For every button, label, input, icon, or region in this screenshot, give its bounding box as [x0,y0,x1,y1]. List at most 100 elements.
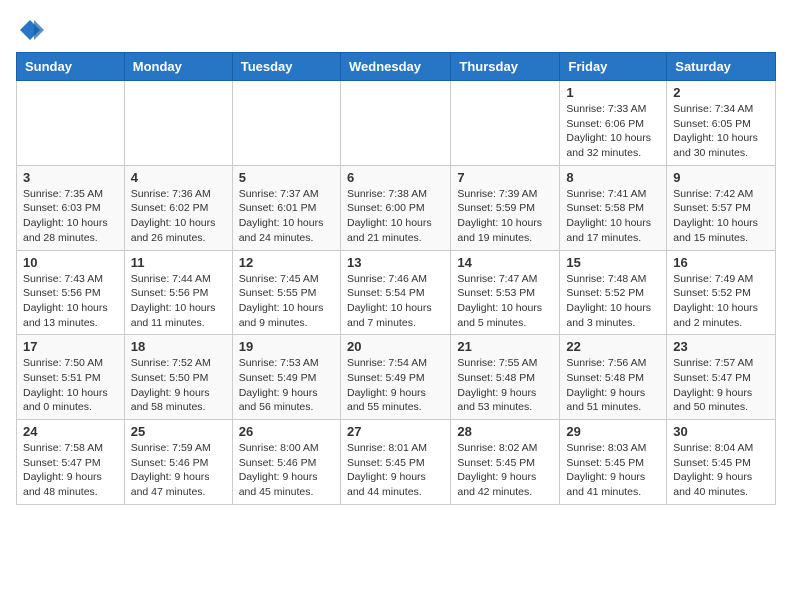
day-number: 21 [457,339,553,354]
day-info: Sunrise: 7:35 AM Sunset: 6:03 PM Dayligh… [23,187,118,246]
day-info: Sunrise: 7:39 AM Sunset: 5:59 PM Dayligh… [457,187,553,246]
calendar-table: SundayMondayTuesdayWednesdayThursdayFrid… [16,52,776,505]
week-row-3: 10 Sunrise: 7:43 AM Sunset: 5:56 PM Dayli… [17,250,776,335]
calendar-cell: 13 Sunrise: 7:46 AM Sunset: 5:54 PM Dayli… [340,250,450,335]
week-row-1: 1 Sunrise: 7:33 AM Sunset: 6:06 PM Daylig… [17,81,776,166]
weekday-header-friday: Friday [560,53,667,81]
day-number: 22 [566,339,660,354]
day-number: 2 [673,85,769,100]
week-row-4: 17Sunrise: 7:50 AM Sunset: 5:51 PM Dayli… [17,335,776,420]
calendar-cell [232,81,340,166]
day-info: Sunrise: 7:59 AM Sunset: 5:46 PM Dayligh… [131,441,226,500]
day-info: Sunrise: 7:45 AM Sunset: 5:55 PM Dayligh… [239,272,334,331]
logo [16,16,48,44]
day-info: Sunrise: 7:53 AM Sunset: 5:49 PM Dayligh… [239,356,334,415]
day-info: Sunrise: 7:37 AM Sunset: 6:01 PM Dayligh… [239,187,334,246]
day-number: 3 [23,170,118,185]
calendar-cell: 14Sunrise: 7:47 AM Sunset: 5:53 PM Dayli… [451,250,560,335]
day-info: Sunrise: 7:46 AM Sunset: 5:54 PM Dayligh… [347,272,444,331]
day-number: 20 [347,339,444,354]
day-number: 5 [239,170,334,185]
calendar-cell: 23 Sunrise: 7:57 AM Sunset: 5:47 PM Dayli… [667,335,776,420]
day-number: 10 [23,255,118,270]
weekday-header-thursday: Thursday [451,53,560,81]
calendar-cell: 7 Sunrise: 7:39 AM Sunset: 5:59 PM Daylig… [451,165,560,250]
day-info: Sunrise: 7:33 AM Sunset: 6:06 PM Dayligh… [566,102,660,161]
day-number: 11 [131,255,226,270]
calendar-cell: 5 Sunrise: 7:37 AM Sunset: 6:01 PM Daylig… [232,165,340,250]
calendar-cell [340,81,450,166]
day-info: Sunrise: 7:38 AM Sunset: 6:00 PM Dayligh… [347,187,444,246]
day-info: Sunrise: 7:36 AM Sunset: 6:02 PM Dayligh… [131,187,226,246]
day-info: Sunrise: 7:44 AM Sunset: 5:56 PM Dayligh… [131,272,226,331]
day-info: Sunrise: 7:57 AM Sunset: 5:47 PM Dayligh… [673,356,769,415]
calendar-cell: 30 Sunrise: 8:04 AM Sunset: 5:45 PM Dayli… [667,420,776,505]
day-info: Sunrise: 7:34 AM Sunset: 6:05 PM Dayligh… [673,102,769,161]
day-number: 23 [673,339,769,354]
calendar-cell: 29Sunrise: 8:03 AM Sunset: 5:45 PM Dayli… [560,420,667,505]
calendar-cell: 28 Sunrise: 8:02 AM Sunset: 5:45 PM Dayli… [451,420,560,505]
day-info: Sunrise: 8:00 AM Sunset: 5:46 PM Dayligh… [239,441,334,500]
day-info: Sunrise: 8:04 AM Sunset: 5:45 PM Dayligh… [673,441,769,500]
day-number: 24 [23,424,118,439]
day-info: Sunrise: 7:52 AM Sunset: 5:50 PM Dayligh… [131,356,226,415]
calendar-cell: 18 Sunrise: 7:52 AM Sunset: 5:50 PM Dayli… [124,335,232,420]
day-number: 18 [131,339,226,354]
day-number: 19 [239,339,334,354]
day-info: Sunrise: 7:42 AM Sunset: 5:57 PM Dayligh… [673,187,769,246]
calendar-cell: 6 Sunrise: 7:38 AM Sunset: 6:00 PM Daylig… [340,165,450,250]
day-info: Sunrise: 7:43 AM Sunset: 5:56 PM Dayligh… [23,272,118,331]
day-info: Sunrise: 7:54 AM Sunset: 5:49 PM Dayligh… [347,356,444,415]
day-info: Sunrise: 8:01 AM Sunset: 5:45 PM Dayligh… [347,441,444,500]
calendar-header-row: SundayMondayTuesdayWednesdayThursdayFrid… [17,53,776,81]
page-header [16,16,776,44]
calendar-cell [124,81,232,166]
calendar-cell: 20 Sunrise: 7:54 AM Sunset: 5:49 PM Dayli… [340,335,450,420]
day-number: 16 [673,255,769,270]
calendar-cell: 17Sunrise: 7:50 AM Sunset: 5:51 PM Dayli… [17,335,125,420]
logo-icon [16,16,44,44]
calendar-cell: 21 Sunrise: 7:55 AM Sunset: 5:48 PM Dayli… [451,335,560,420]
day-number: 12 [239,255,334,270]
day-info: Sunrise: 7:55 AM Sunset: 5:48 PM Dayligh… [457,356,553,415]
calendar-cell: 27 Sunrise: 8:01 AM Sunset: 5:45 PM Dayli… [340,420,450,505]
calendar-cell: 12 Sunrise: 7:45 AM Sunset: 5:55 PM Dayli… [232,250,340,335]
day-info: Sunrise: 7:41 AM Sunset: 5:58 PM Dayligh… [566,187,660,246]
calendar-cell: 10 Sunrise: 7:43 AM Sunset: 5:56 PM Dayli… [17,250,125,335]
weekday-header-wednesday: Wednesday [340,53,450,81]
day-number: 6 [347,170,444,185]
day-number: 28 [457,424,553,439]
weekday-header-saturday: Saturday [667,53,776,81]
week-row-5: 24 Sunrise: 7:58 AM Sunset: 5:47 PM Dayli… [17,420,776,505]
weekday-header-tuesday: Tuesday [232,53,340,81]
day-info: Sunrise: 7:56 AM Sunset: 5:48 PM Dayligh… [566,356,660,415]
calendar-cell: 4 Sunrise: 7:36 AM Sunset: 6:02 PM Daylig… [124,165,232,250]
day-number: 1 [566,85,660,100]
day-number: 27 [347,424,444,439]
day-info: Sunrise: 7:48 AM Sunset: 5:52 PM Dayligh… [566,272,660,331]
day-number: 29 [566,424,660,439]
calendar-cell [17,81,125,166]
day-number: 25 [131,424,226,439]
day-number: 7 [457,170,553,185]
calendar-cell: 11 Sunrise: 7:44 AM Sunset: 5:56 PM Dayli… [124,250,232,335]
calendar-cell: 1 Sunrise: 7:33 AM Sunset: 6:06 PM Daylig… [560,81,667,166]
day-number: 9 [673,170,769,185]
day-number: 15 [566,255,660,270]
calendar-cell: 3 Sunrise: 7:35 AM Sunset: 6:03 PM Daylig… [17,165,125,250]
day-number: 26 [239,424,334,439]
day-number: 4 [131,170,226,185]
calendar-cell: 26 Sunrise: 8:00 AM Sunset: 5:46 PM Dayli… [232,420,340,505]
calendar-cell: 19 Sunrise: 7:53 AM Sunset: 5:49 PM Dayli… [232,335,340,420]
day-number: 13 [347,255,444,270]
weekday-header-sunday: Sunday [17,53,125,81]
day-info: Sunrise: 7:58 AM Sunset: 5:47 PM Dayligh… [23,441,118,500]
day-number: 8 [566,170,660,185]
weekday-header-monday: Monday [124,53,232,81]
day-info: Sunrise: 8:02 AM Sunset: 5:45 PM Dayligh… [457,441,553,500]
day-info: Sunrise: 7:47 AM Sunset: 5:53 PM Dayligh… [457,272,553,331]
week-row-2: 3 Sunrise: 7:35 AM Sunset: 6:03 PM Daylig… [17,165,776,250]
day-number: 30 [673,424,769,439]
calendar-cell: 24 Sunrise: 7:58 AM Sunset: 5:47 PM Dayli… [17,420,125,505]
calendar-cell [451,81,560,166]
